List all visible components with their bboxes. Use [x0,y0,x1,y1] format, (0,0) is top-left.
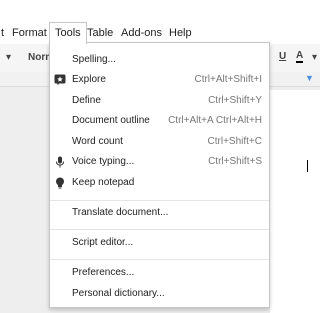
menu-item-label: Word count [72,136,123,147]
menu-item-shortcut: Ctrl+Alt+Shift+I [194,74,262,85]
menu-item-script-editor[interactable]: Script editor... [50,233,269,253]
chevron-down-icon[interactable]: ▾ [312,52,317,63]
tools-menu: Spelling... Explore Ctrl+Alt+Shift+I Def… [49,42,270,308]
menu-item-translate-document[interactable]: Translate document... [50,203,269,223]
menu-item-shortcut: Ctrl+Shift+Y [208,95,262,106]
menu-item-label: Keep notepad [72,177,135,188]
menu-help[interactable]: Help [164,23,197,43]
lightbulb-icon [56,177,64,189]
menu-item-keep-notepad[interactable]: Keep notepad [50,173,269,193]
menu-item-document-outline[interactable]: Document outline Ctrl+Alt+A Ctrl+Alt+H [50,111,269,131]
menu-separator [50,259,269,260]
menu-item-word-count[interactable]: Word count Ctrl+Shift+C [50,132,269,152]
menu-separator [50,200,269,201]
text-cursor [307,160,308,172]
menu-item-label: Spelling... [72,54,116,65]
menu-item-label: Define [72,95,101,106]
menu-item-label: Voice typing... [72,156,135,167]
menu-item-label: Preferences... [72,267,135,278]
menu-item-label: Explore [72,74,106,85]
menu-item-define[interactable]: Define Ctrl+Shift+Y [50,91,269,111]
microphone-icon [56,156,64,168]
indent-marker-icon[interactable]: ▼ [305,73,314,83]
document-page[interactable] [270,90,320,313]
menu-table[interactable]: Table [82,23,118,43]
menu-add-ons[interactable]: Add-ons [116,23,167,43]
menu-item-explore[interactable]: Explore Ctrl+Alt+Shift+I [50,70,269,90]
menu-item-spelling[interactable]: Spelling... [50,50,269,70]
menu-item-label: Document outline [72,115,150,126]
menu-tools[interactable]: Tools [49,22,87,44]
menu-item-label: Personal dictionary... [72,288,165,299]
menu-item-label: Translate document... [72,207,169,218]
underline-button[interactable]: U [279,51,286,62]
menu-item-shortcut: Ctrl+Shift+C [207,136,262,147]
menu-item-label: Script editor... [72,237,134,248]
explore-icon [54,74,66,86]
menu-separator [50,229,269,230]
menu-bar: t Format Tools Table Add-ons Help [0,22,320,44]
chevron-down-icon[interactable]: ▾ [6,52,11,63]
menu-item-preferences[interactable]: Preferences... [50,263,269,283]
text-color-button[interactable]: A [296,50,304,63]
menu-item-personal-dictionary[interactable]: Personal dictionary... [50,284,269,304]
menu-item-shortcut: Ctrl+Shift+S [208,156,262,167]
menu-item-voice-typing[interactable]: Voice typing... Ctrl+Shift+S [50,152,269,172]
menu-format[interactable]: Format [7,23,52,43]
menu-item-shortcut: Ctrl+Alt+A Ctrl+Alt+H [168,115,262,126]
